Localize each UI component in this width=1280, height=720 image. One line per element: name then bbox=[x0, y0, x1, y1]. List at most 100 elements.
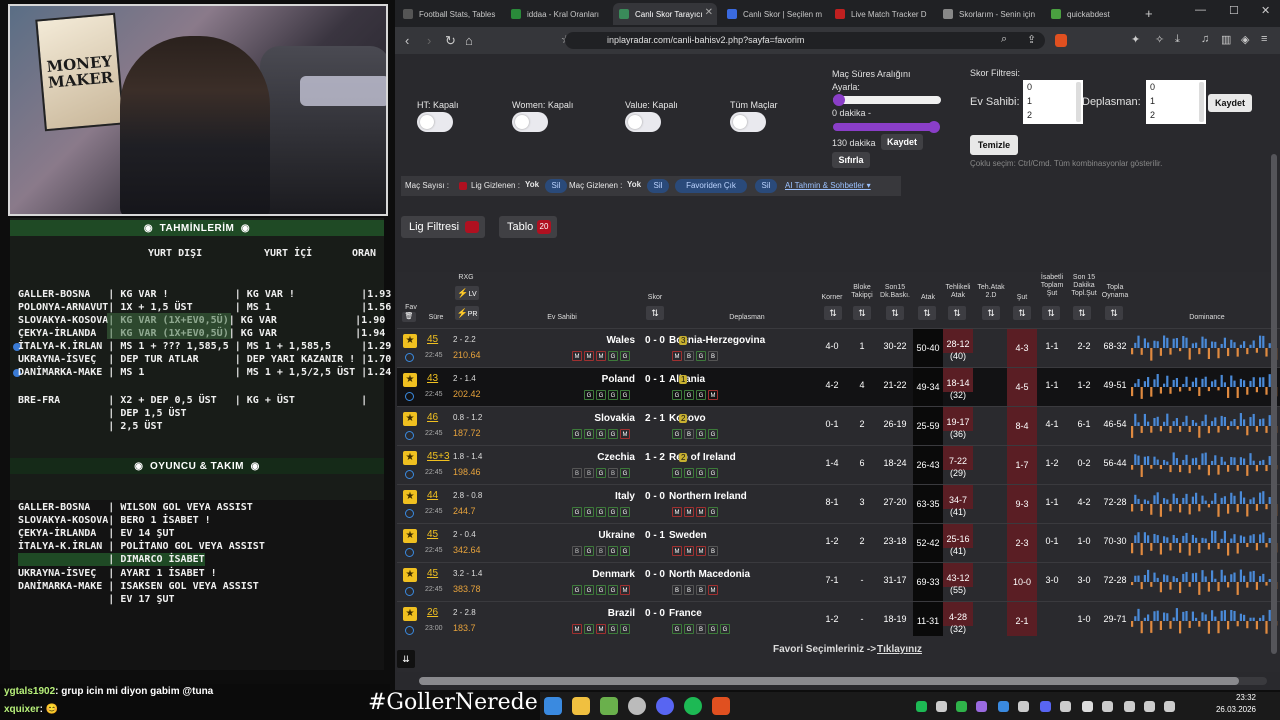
tab-live-match-tracker[interactable]: Live Match Tracker D bbox=[829, 3, 933, 25]
info-circle-icon[interactable] bbox=[405, 353, 414, 362]
tum-maclar-toggle[interactable] bbox=[730, 112, 766, 132]
forward-icon[interactable]: › bbox=[427, 33, 431, 48]
home-team[interactable]: Wales bbox=[606, 335, 635, 346]
tray-icon[interactable] bbox=[976, 701, 987, 712]
tray-icon[interactable] bbox=[1060, 701, 1071, 712]
son15-sort-button[interactable]: ⇅ bbox=[886, 306, 904, 320]
brave-icon[interactable] bbox=[712, 697, 730, 715]
tray-icon[interactable] bbox=[1082, 701, 1093, 712]
away-team[interactable]: France bbox=[669, 608, 702, 619]
minimize-icon[interactable]: — bbox=[1195, 4, 1206, 16]
obs-icon[interactable] bbox=[628, 697, 646, 715]
isabetli-sort-button[interactable]: ⇅ bbox=[1042, 306, 1060, 320]
sut-sort-button[interactable]: ⇅ bbox=[1013, 306, 1031, 320]
tray-discord-icon[interactable] bbox=[1040, 701, 1051, 712]
lv-sort-button[interactable]: ⚡LV bbox=[455, 286, 479, 300]
home-team[interactable]: Czechia bbox=[597, 452, 635, 463]
favorite-star-icon[interactable]: ★ bbox=[403, 529, 417, 543]
tab-iddaa[interactable]: iddaa - Kral Oranları bbox=[505, 3, 609, 25]
home-team[interactable]: Brazil bbox=[608, 608, 635, 619]
mac-sil-button[interactable]: Sil bbox=[647, 179, 669, 193]
ht-toggle[interactable] bbox=[417, 112, 453, 132]
info-circle-icon[interactable] bbox=[405, 470, 414, 479]
away-team[interactable]: Sweden bbox=[669, 530, 707, 541]
korner-sort-button[interactable]: ⇅ bbox=[824, 306, 842, 320]
tray-icon[interactable] bbox=[1018, 701, 1029, 712]
extension-icon[interactable]: ✦ bbox=[1131, 33, 1140, 46]
tab-skorlarim[interactable]: Skorlarım - Senin için bbox=[937, 3, 1041, 25]
favoriden-cik-button[interactable]: Favoriden Çık bbox=[675, 179, 747, 193]
back-icon[interactable]: ‹ bbox=[405, 33, 409, 48]
match-row[interactable]: ★ 45 22:45 2 - 2.2 210.64 Wales 0 - 0 Bosnia-He… bbox=[397, 328, 1280, 367]
match-row[interactable]: ★ 45 22:45 2 - 0.4 342.64 Ukraine 0 - 1 Sweden B… bbox=[397, 523, 1280, 562]
url-field[interactable]: inplayradar.com/canli-bahisv2.php?sayfa=… bbox=[565, 32, 1045, 49]
match-minute[interactable]: 45 bbox=[427, 334, 438, 345]
match-minute[interactable]: 45 bbox=[427, 529, 438, 540]
download-icon[interactable]: ⤓ bbox=[1175, 33, 1180, 46]
match-minute[interactable]: 45+3 bbox=[427, 451, 450, 462]
match-row[interactable]: ★ 45+3 22:45 1.8 - 1.4 198.46 Czechia 1 - 2 Rep… bbox=[397, 445, 1280, 484]
match-row[interactable]: ★ 43 22:45 2 - 1.4 202.42 Poland 0 - 1 Albania 1… bbox=[397, 367, 1280, 406]
tablo-button[interactable]: Tablo 20 bbox=[499, 216, 557, 238]
info-circle-icon[interactable] bbox=[405, 587, 414, 596]
tab-canli-skor-active[interactable]: Canlı Skor Tarayıcı ✕ bbox=[613, 3, 717, 25]
skor-sort-button[interactable]: ⇅ bbox=[646, 306, 664, 320]
close-icon[interactable]: ✕ bbox=[705, 7, 713, 18]
volume-icon[interactable] bbox=[1164, 701, 1175, 712]
favorite-star-icon[interactable]: ★ bbox=[403, 490, 417, 504]
clock-time[interactable]: 23:32 bbox=[1196, 693, 1256, 702]
reload-icon[interactable]: ↻ bbox=[445, 33, 456, 49]
save-range-button[interactable]: Kaydet bbox=[881, 134, 923, 150]
favorite-star-icon[interactable]: ★ bbox=[403, 568, 417, 582]
info-circle-icon[interactable] bbox=[405, 509, 414, 518]
horizontal-scrollbar[interactable] bbox=[419, 677, 1267, 685]
sidebar-icon[interactable]: ▥ bbox=[1221, 33, 1231, 46]
brave-shield-icon[interactable] bbox=[1055, 34, 1067, 47]
file-explorer-icon[interactable] bbox=[572, 697, 590, 715]
tray-spotify-icon[interactable] bbox=[916, 701, 927, 712]
info-circle-icon[interactable] bbox=[405, 626, 414, 635]
away-team[interactable]: Albania bbox=[669, 374, 705, 385]
tray-icon[interactable] bbox=[1102, 701, 1113, 712]
save-score-button[interactable]: Kaydet bbox=[1208, 94, 1252, 112]
bloke-sort-button[interactable]: ⇅ bbox=[853, 306, 871, 320]
puzzle-icon[interactable]: ✧ bbox=[1155, 33, 1164, 46]
new-tab-icon[interactable]: + bbox=[1145, 6, 1153, 21]
home-team[interactable]: Denmark bbox=[592, 569, 635, 580]
value-toggle[interactable] bbox=[625, 112, 661, 132]
match-minute[interactable]: 43 bbox=[427, 373, 438, 384]
fav-sil-button[interactable]: Sil bbox=[755, 179, 777, 193]
discord-icon[interactable] bbox=[656, 697, 674, 715]
info-circle-icon[interactable] bbox=[405, 392, 414, 401]
home-team[interactable]: Ukraine bbox=[598, 530, 635, 541]
tehatak2d-sort-button[interactable]: ⇅ bbox=[982, 306, 1000, 320]
wallet-icon[interactable]: ◈ bbox=[1241, 33, 1249, 46]
home-team[interactable]: Italy bbox=[615, 491, 635, 502]
favorite-star-icon[interactable]: ★ bbox=[403, 451, 417, 465]
atak-sort-button[interactable]: ⇅ bbox=[918, 306, 936, 320]
women-toggle[interactable] bbox=[512, 112, 548, 132]
share-icon[interactable]: ⇪ bbox=[1027, 33, 1036, 46]
clock-date[interactable]: 26.03.2026 bbox=[1196, 705, 1256, 714]
zoom-icon[interactable]: ⌕ bbox=[1001, 33, 1007, 46]
match-minute[interactable]: 44 bbox=[427, 490, 438, 501]
tehlikeli-sort-button[interactable]: ⇅ bbox=[948, 306, 966, 320]
max-slider[interactable] bbox=[833, 123, 939, 131]
windows-start-icon[interactable] bbox=[544, 697, 562, 715]
match-minute[interactable]: 26 bbox=[427, 607, 438, 618]
lig-sil-button[interactable]: Sil bbox=[545, 179, 567, 193]
home-team[interactable]: Slovakia bbox=[594, 413, 635, 424]
away-team[interactable]: Northern Ireland bbox=[669, 491, 747, 502]
info-circle-icon[interactable] bbox=[405, 431, 414, 440]
wifi-icon[interactable] bbox=[1144, 701, 1155, 712]
dep-score-list[interactable]: 012 bbox=[1146, 80, 1206, 124]
home-icon[interactable]: ⌂ bbox=[465, 33, 473, 48]
menu-icon[interactable]: ≡ bbox=[1261, 33, 1267, 45]
bluetooth-icon[interactable] bbox=[998, 701, 1009, 712]
ai-tahmin-link[interactable]: AI Tahmin & Sohbetler ▾ bbox=[785, 181, 871, 190]
match-row[interactable]: ★ 44 22:45 2.8 - 0.8 244.7 Italy 0 - 0 Northern… bbox=[397, 484, 1280, 523]
tab-canli-skor-secilen[interactable]: Canlı Skor | Seçilen m bbox=[721, 3, 825, 25]
min-slider-knob[interactable] bbox=[833, 94, 845, 106]
max-slider-knob[interactable] bbox=[928, 121, 940, 133]
son15dk-sort-button[interactable]: ⇅ bbox=[1073, 306, 1091, 320]
